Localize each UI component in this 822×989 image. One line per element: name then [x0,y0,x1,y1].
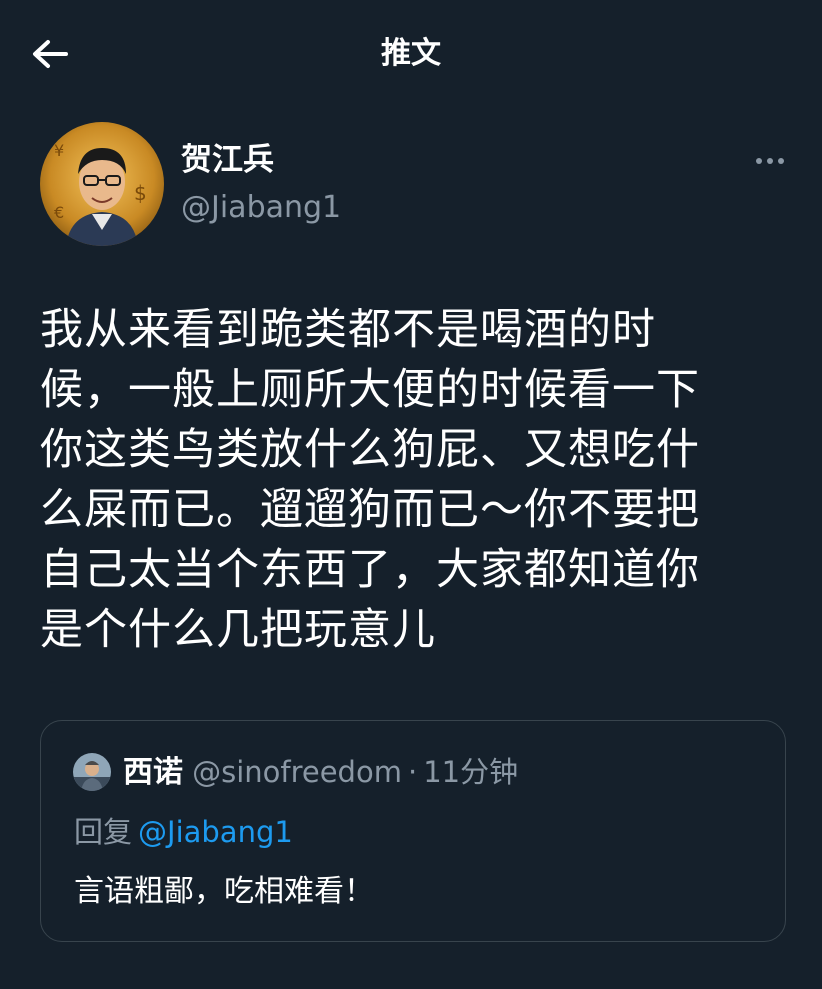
svg-text:€: € [54,203,64,222]
quoted-author-avatar-image [73,753,111,791]
author-name[interactable]: 贺江兵 [181,140,274,180]
reply-context: 回复 @Jiabang1 [74,811,293,853]
tweet-text-line: 你这类鸟类放什么狗屁、又想吃什 [40,425,700,475]
top-bar: 推文 [0,0,822,108]
more-options-button[interactable] [750,146,790,176]
page-title: 推文 [381,36,441,71]
quoted-author-handle: @sinofreedom [192,755,402,789]
tweet-text-line: 候，一般上厕所大便的时候看一下 [40,365,700,415]
quoted-tweet-card[interactable]: 西诺 @sinofreedom · 11分钟 回复 @Jiabang1 言语粗鄙，吃相… [40,720,786,942]
tweet-text: 我从来看到跪类都不是喝酒的时 候，一般上厕所大便的时候看一下 你这类鸟类放什么狗… [40,300,800,660]
meta-separator: · [407,755,418,789]
more-horizontal-icon-dot [767,158,773,164]
reply-prefix: 回复 [74,815,133,849]
author-handle[interactable]: @Jiabang1 [181,188,341,228]
author-avatar-image: ¥ $ € [40,122,164,246]
quoted-tweet-text: 言语粗鄙，吃相难看！ [74,874,374,909]
tweet-text-line: 么屎而已。遛遛狗而已～你不要把 [40,485,700,535]
more-horizontal-icon-dot [778,158,784,164]
author-avatar[interactable]: ¥ $ € [40,122,164,246]
reply-mention-link[interactable]: @Jiabang1 [138,815,293,849]
svg-text:¥: ¥ [54,141,64,160]
tweet-text-line: 我从来看到跪类都不是喝酒的时 [40,305,656,355]
quoted-author-avatar [73,753,111,791]
tweet-text-line: 是个什么几把玩意儿 [40,605,436,655]
quoted-author-name: 西诺 [123,755,183,790]
svg-text:$: $ [134,181,147,205]
quoted-tweet-header: 西诺 @sinofreedom · 11分钟 [123,751,518,798]
more-horizontal-icon [756,158,762,164]
quoted-tweet-time: 11分钟 [423,755,519,789]
tweet-text-line: 自己太当个东西了，大家都知道你 [40,545,700,595]
